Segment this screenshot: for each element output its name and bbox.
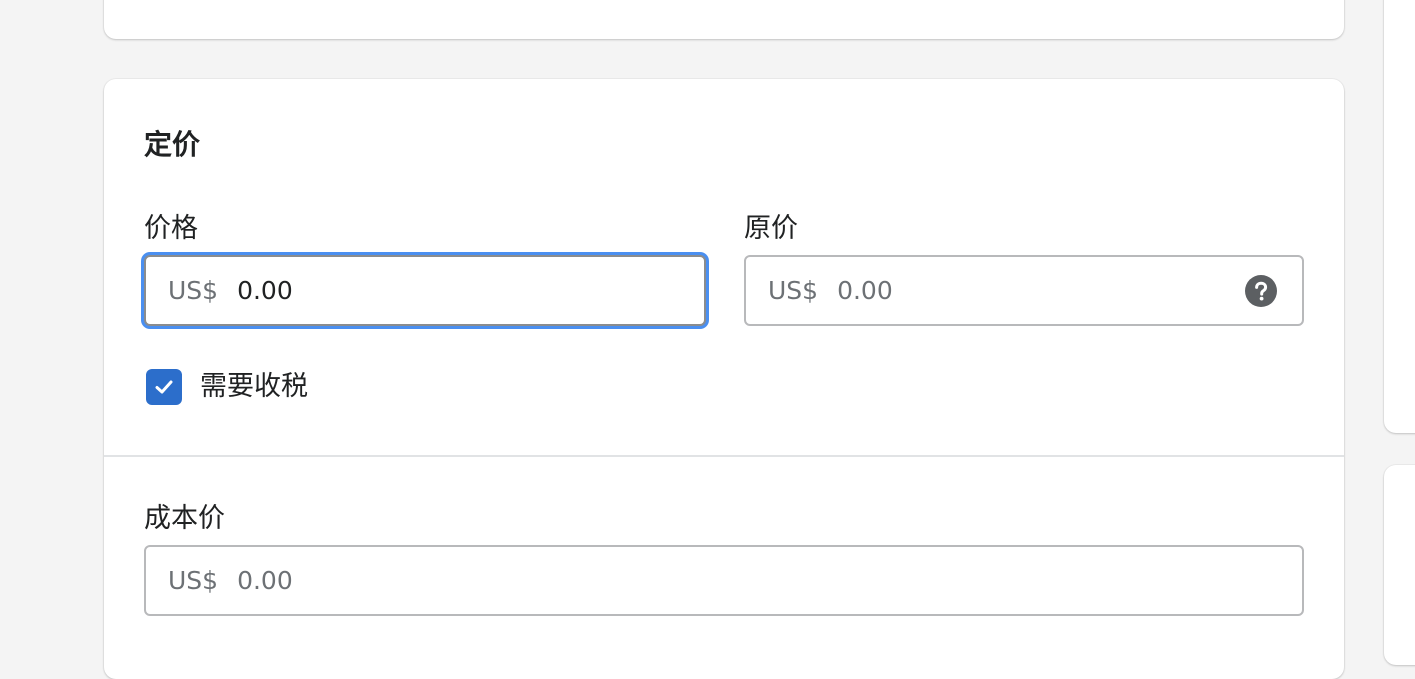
currency-prefix: US$ [168, 566, 219, 595]
cost-per-item-input[interactable]: US$ 0.00 [144, 545, 1304, 616]
price-input[interactable]: US$ 0.00 [144, 255, 706, 326]
section-divider [104, 455, 1344, 457]
charge-tax-checkbox[interactable] [146, 369, 182, 405]
checkmark-icon [155, 380, 173, 394]
previous-section-card [104, 0, 1344, 39]
price-value: 0.00 [237, 276, 293, 305]
price-label: 价格 [144, 213, 198, 244]
sidebar-card-secondary [1384, 465, 1415, 665]
compare-at-price-input[interactable]: US$ 0.00 [744, 255, 1304, 326]
question-circle-icon[interactable] [1245, 274, 1277, 307]
cost-per-item-placeholder: 0.00 [237, 566, 293, 595]
currency-prefix: US$ [768, 276, 819, 305]
compare-at-price-label: 原价 [744, 213, 798, 244]
pricing-card: 定价 价格 US$ 0.00 原价 US$ 0.00 需要收税 成本价 US$ … [104, 79, 1344, 679]
charge-tax-row[interactable]: 需要收税 [146, 369, 308, 405]
sidebar-card [1384, 0, 1415, 433]
compare-at-price-placeholder: 0.00 [837, 276, 893, 305]
charge-tax-label[interactable]: 需要收税 [200, 369, 308, 405]
currency-prefix: US$ [168, 276, 219, 305]
section-title: 定价 [144, 128, 201, 161]
cost-per-item-label: 成本价 [144, 503, 225, 534]
